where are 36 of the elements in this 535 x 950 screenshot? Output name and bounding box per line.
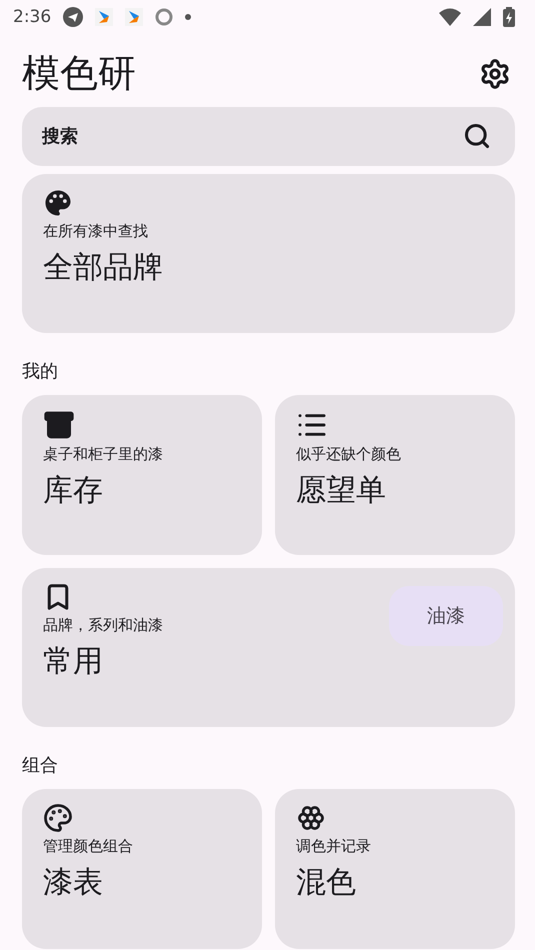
menu-card[interactable]: 桌子和柜子里的漆 库存 [22,395,262,555]
card-subtitle: 桌子和柜子里的漆 [43,445,163,464]
app-title: 模色研 [22,50,136,97]
wifi-icon [439,8,461,26]
filter-chip[interactable]: 油漆 [389,586,503,646]
battery-icon [503,7,515,27]
section-heading: 我的 [22,360,59,384]
card-subtitle: 在所有漆中查找 [43,222,148,241]
card-subtitle: 似乎还缺个颜色 [296,445,401,464]
send-icon [63,7,84,27]
signal-icon [473,8,491,26]
dot-icon [185,14,192,20]
menu-card[interactable]: 品牌，系列和油漆 常用 油漆 [22,568,515,727]
card-title: 常用 [43,643,103,681]
card-subtitle: 品牌，系列和油漆 [43,616,163,635]
search-icon [463,122,491,150]
card-subtitle: 调色并记录 [296,837,371,856]
app-notification-icon [125,8,144,26]
card-subtitle: 管理颜色组合 [43,837,133,856]
card-title: 愿望单 [296,472,386,510]
card-title: 混色 [296,864,356,902]
menu-card[interactable]: 似乎还缺个颜色 愿望单 [275,395,515,555]
card-title: 漆表 [43,864,103,902]
menu-card[interactable]: 调色并记录 混色 [275,789,515,949]
card-title: 全部品牌 [43,249,163,287]
ring-icon [155,8,174,26]
app-notification-icon [95,8,114,26]
status-time: 2:36 [13,7,52,27]
flower-icon [296,803,326,833]
palette-icon [43,188,73,218]
card-title: 库存 [43,472,103,510]
palette-icon [43,803,73,833]
archive-icon [43,409,75,441]
section-heading: 组合 [22,754,59,778]
menu-card[interactable]: 在所有漆中查找 全部品牌 [22,174,515,333]
menu-card[interactable]: 管理颜色组合 漆表 [22,789,262,949]
